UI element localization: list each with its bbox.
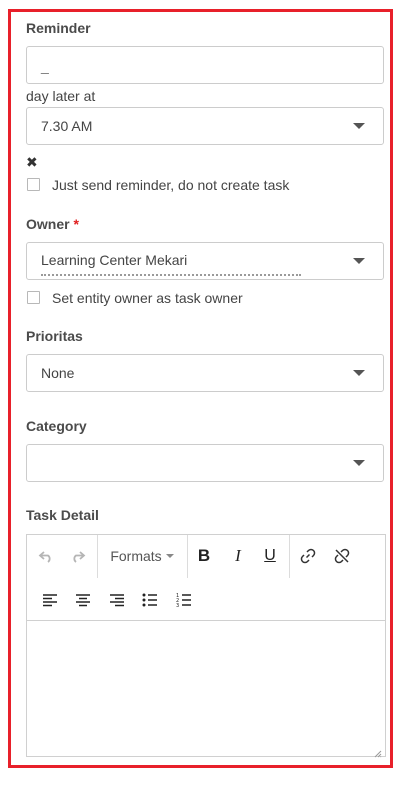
entity-owner-label: Set entity owner as task owner — [52, 290, 243, 306]
entity-owner-checkbox[interactable] — [27, 291, 40, 304]
day-later-text: day later at — [26, 88, 96, 104]
task-detail-label: Task Detail — [26, 507, 99, 523]
owner-label: Owner * — [26, 216, 79, 232]
chevron-down-icon — [353, 370, 365, 376]
prioritas-value: None — [41, 365, 75, 381]
reminder-time-select[interactable]: 7.30 AM — [26, 107, 384, 145]
toolbar-divider — [97, 535, 98, 578]
reminder-label: Reminder — [26, 20, 91, 36]
chevron-down-icon — [353, 460, 365, 466]
chevron-down-icon — [353, 258, 365, 264]
reminder-days-input[interactable]: _ — [26, 46, 384, 84]
required-mark: * — [73, 216, 79, 232]
owner-label-text: Owner — [26, 216, 70, 232]
align-left-icon[interactable] — [39, 586, 61, 614]
owner-select[interactable]: Learning Center Mekari — [26, 242, 384, 280]
caret-down-icon — [165, 554, 174, 558]
prioritas-select[interactable]: None — [26, 354, 384, 392]
category-label: Category — [26, 418, 87, 434]
redo-icon[interactable] — [67, 542, 89, 570]
numbered-list-icon[interactable]: 123 — [173, 586, 195, 614]
bold-button[interactable]: B — [193, 542, 215, 570]
just-send-checkbox[interactable] — [27, 178, 40, 191]
chevron-down-icon — [353, 123, 365, 129]
align-center-icon[interactable] — [72, 586, 94, 614]
task-detail-editor: Formats B I U 123 — [26, 534, 386, 758]
toolbar-divider — [289, 535, 290, 578]
undo-icon[interactable] — [35, 542, 57, 570]
editor-toolbar: Formats B I U 123 — [27, 535, 385, 621]
reminder-days-value: _ — [41, 58, 49, 74]
bullet-list-icon[interactable] — [139, 586, 161, 614]
prioritas-label: Prioritas — [26, 328, 83, 344]
category-select[interactable] — [26, 444, 384, 482]
italic-button[interactable]: I — [227, 542, 249, 570]
owner-value: Learning Center Mekari — [41, 252, 188, 268]
toolbar-divider — [187, 535, 188, 578]
formats-dropdown[interactable]: Formats — [107, 542, 177, 570]
reminder-time-value: 7.30 AM — [41, 118, 93, 134]
link-icon[interactable] — [297, 542, 319, 570]
just-send-label: Just send reminder, do not create task — [52, 177, 290, 193]
formats-label: Formats — [110, 548, 162, 564]
underline-button[interactable]: U — [259, 542, 281, 570]
owner-value-overflow — [41, 274, 301, 279]
svg-text:3: 3 — [176, 603, 179, 608]
editor-content-area[interactable] — [27, 622, 385, 756]
unlink-icon[interactable] — [331, 542, 353, 570]
resize-handle-icon[interactable] — [374, 745, 382, 758]
remove-reminder-icon[interactable]: ✖ — [26, 154, 38, 171]
align-right-icon[interactable] — [106, 586, 128, 614]
